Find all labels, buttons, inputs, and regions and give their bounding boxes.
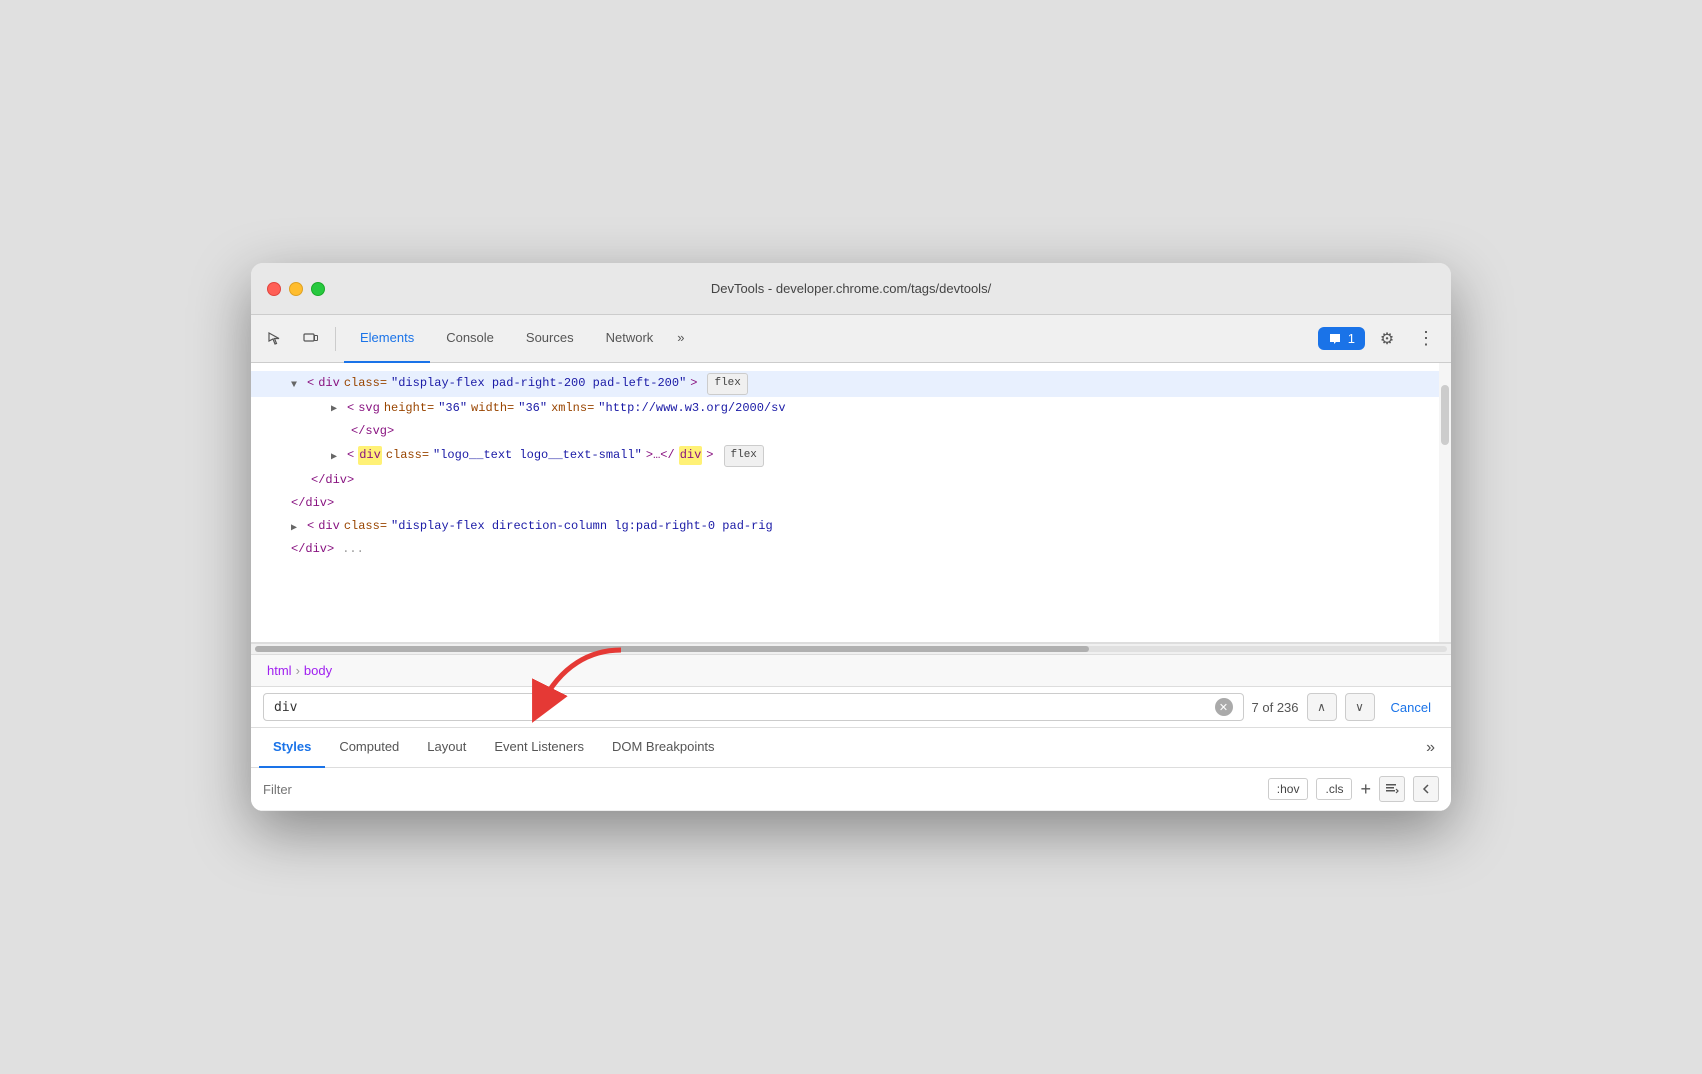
inspect-element-button[interactable] (259, 323, 291, 355)
tab-network[interactable]: Network (590, 315, 670, 363)
expand-triangle[interactable]: ▶ (331, 402, 343, 414)
html-line[interactable]: </div> (251, 492, 1451, 515)
fullscreen-button[interactable] (311, 282, 325, 296)
filter-actions: :hov .cls + (1268, 776, 1439, 802)
flex-badge: flex (707, 373, 747, 395)
html-line[interactable]: ▶ < div class="logo__text logo__text-sma… (251, 443, 1451, 469)
window-title: DevTools - developer.chrome.com/tags/dev… (711, 281, 991, 296)
expand-triangle[interactable]: ▶ (291, 521, 303, 533)
horizontal-scrollbar[interactable] (251, 643, 1451, 655)
search-next-button[interactable]: ∨ (1345, 693, 1375, 721)
styles-tabs: Styles Computed Layout Event Listeners D… (251, 728, 1451, 768)
cls-button[interactable]: .cls (1316, 778, 1352, 800)
html-line[interactable]: </div> (251, 469, 1451, 492)
html-line[interactable]: </div> ... (251, 538, 1451, 561)
search-clear-button[interactable]: ✕ (1215, 698, 1233, 716)
tab-more[interactable]: » (669, 315, 692, 363)
search-input[interactable] (274, 700, 1207, 715)
settings-button[interactable]: ⚙ (1371, 323, 1403, 355)
styles-tab-styles[interactable]: Styles (259, 728, 325, 768)
tab-elements[interactable]: Elements (344, 315, 430, 363)
html-line[interactable]: ▼ <div class="display-flex pad-right-200… (251, 371, 1451, 397)
search-input-wrapper: ✕ (263, 693, 1244, 721)
device-toggle-button[interactable] (295, 323, 327, 355)
toolbar-tabs: Elements Console Sources Network » (344, 315, 1314, 363)
toolbar-right: 1 ⚙ ⋮ (1318, 323, 1443, 355)
title-bar: DevTools - developer.chrome.com/tags/dev… (251, 263, 1451, 315)
devtools-window: DevTools - developer.chrome.com/tags/dev… (251, 263, 1451, 811)
styles-panel: Styles Computed Layout Event Listeners D… (251, 728, 1451, 811)
scrollbar-h-thumb[interactable] (255, 646, 1089, 652)
chat-badge[interactable]: 1 (1318, 327, 1365, 350)
more-options-button[interactable]: ⋮ (1409, 324, 1443, 353)
tab-console[interactable]: Console (430, 315, 510, 363)
close-button[interactable] (267, 282, 281, 296)
flex-badge: flex (724, 445, 764, 467)
html-panel: ▼ <div class="display-flex pad-right-200… (251, 363, 1451, 643)
expand-triangle[interactable]: ▶ (331, 450, 343, 462)
filter-bar: :hov .cls + (251, 768, 1451, 811)
styles-tab-computed[interactable]: Computed (325, 728, 413, 768)
search-bar: ✕ 7 of 236 ∧ ∨ Cancel (251, 687, 1451, 728)
breadcrumb-html[interactable]: html (267, 663, 292, 678)
search-prev-button[interactable]: ∧ (1307, 693, 1337, 721)
html-line[interactable]: ▶ <svg height="36" width="36" xmlns="htt… (251, 397, 1451, 420)
filter-input[interactable] (263, 782, 1268, 797)
breadcrumb-body[interactable]: body (304, 663, 332, 678)
chat-count: 1 (1348, 331, 1355, 346)
traffic-lights (267, 282, 325, 296)
styles-tab-event-listeners[interactable]: Event Listeners (480, 728, 598, 768)
html-line[interactable]: ▶ <div class="display-flex direction-col… (251, 515, 1451, 538)
minimize-button[interactable] (289, 282, 303, 296)
toggle-sidebar-button[interactable] (1413, 776, 1439, 802)
html-line[interactable]: </svg> (251, 420, 1451, 443)
tab-sources[interactable]: Sources (510, 315, 590, 363)
breadcrumb-bar: html › body (251, 655, 1451, 687)
styles-tab-dom-breakpoints[interactable]: DOM Breakpoints (598, 728, 729, 768)
search-count: 7 of 236 (1252, 700, 1299, 715)
more-tabs-button[interactable]: » (1418, 735, 1443, 761)
expand-triangle[interactable]: ▼ (291, 378, 303, 390)
hov-button[interactable]: :hov (1268, 778, 1309, 800)
vertical-scrollbar[interactable] (1439, 363, 1451, 642)
new-style-rule-button[interactable] (1379, 776, 1405, 802)
toolbar-divider (335, 327, 336, 351)
styles-tab-layout[interactable]: Layout (413, 728, 480, 768)
devtools-toolbar: Elements Console Sources Network » 1 (251, 315, 1451, 363)
scrollbar-track (255, 646, 1447, 652)
add-style-button[interactable]: + (1360, 779, 1371, 800)
scrollbar-thumb[interactable] (1441, 385, 1449, 445)
search-cancel-button[interactable]: Cancel (1383, 696, 1439, 719)
